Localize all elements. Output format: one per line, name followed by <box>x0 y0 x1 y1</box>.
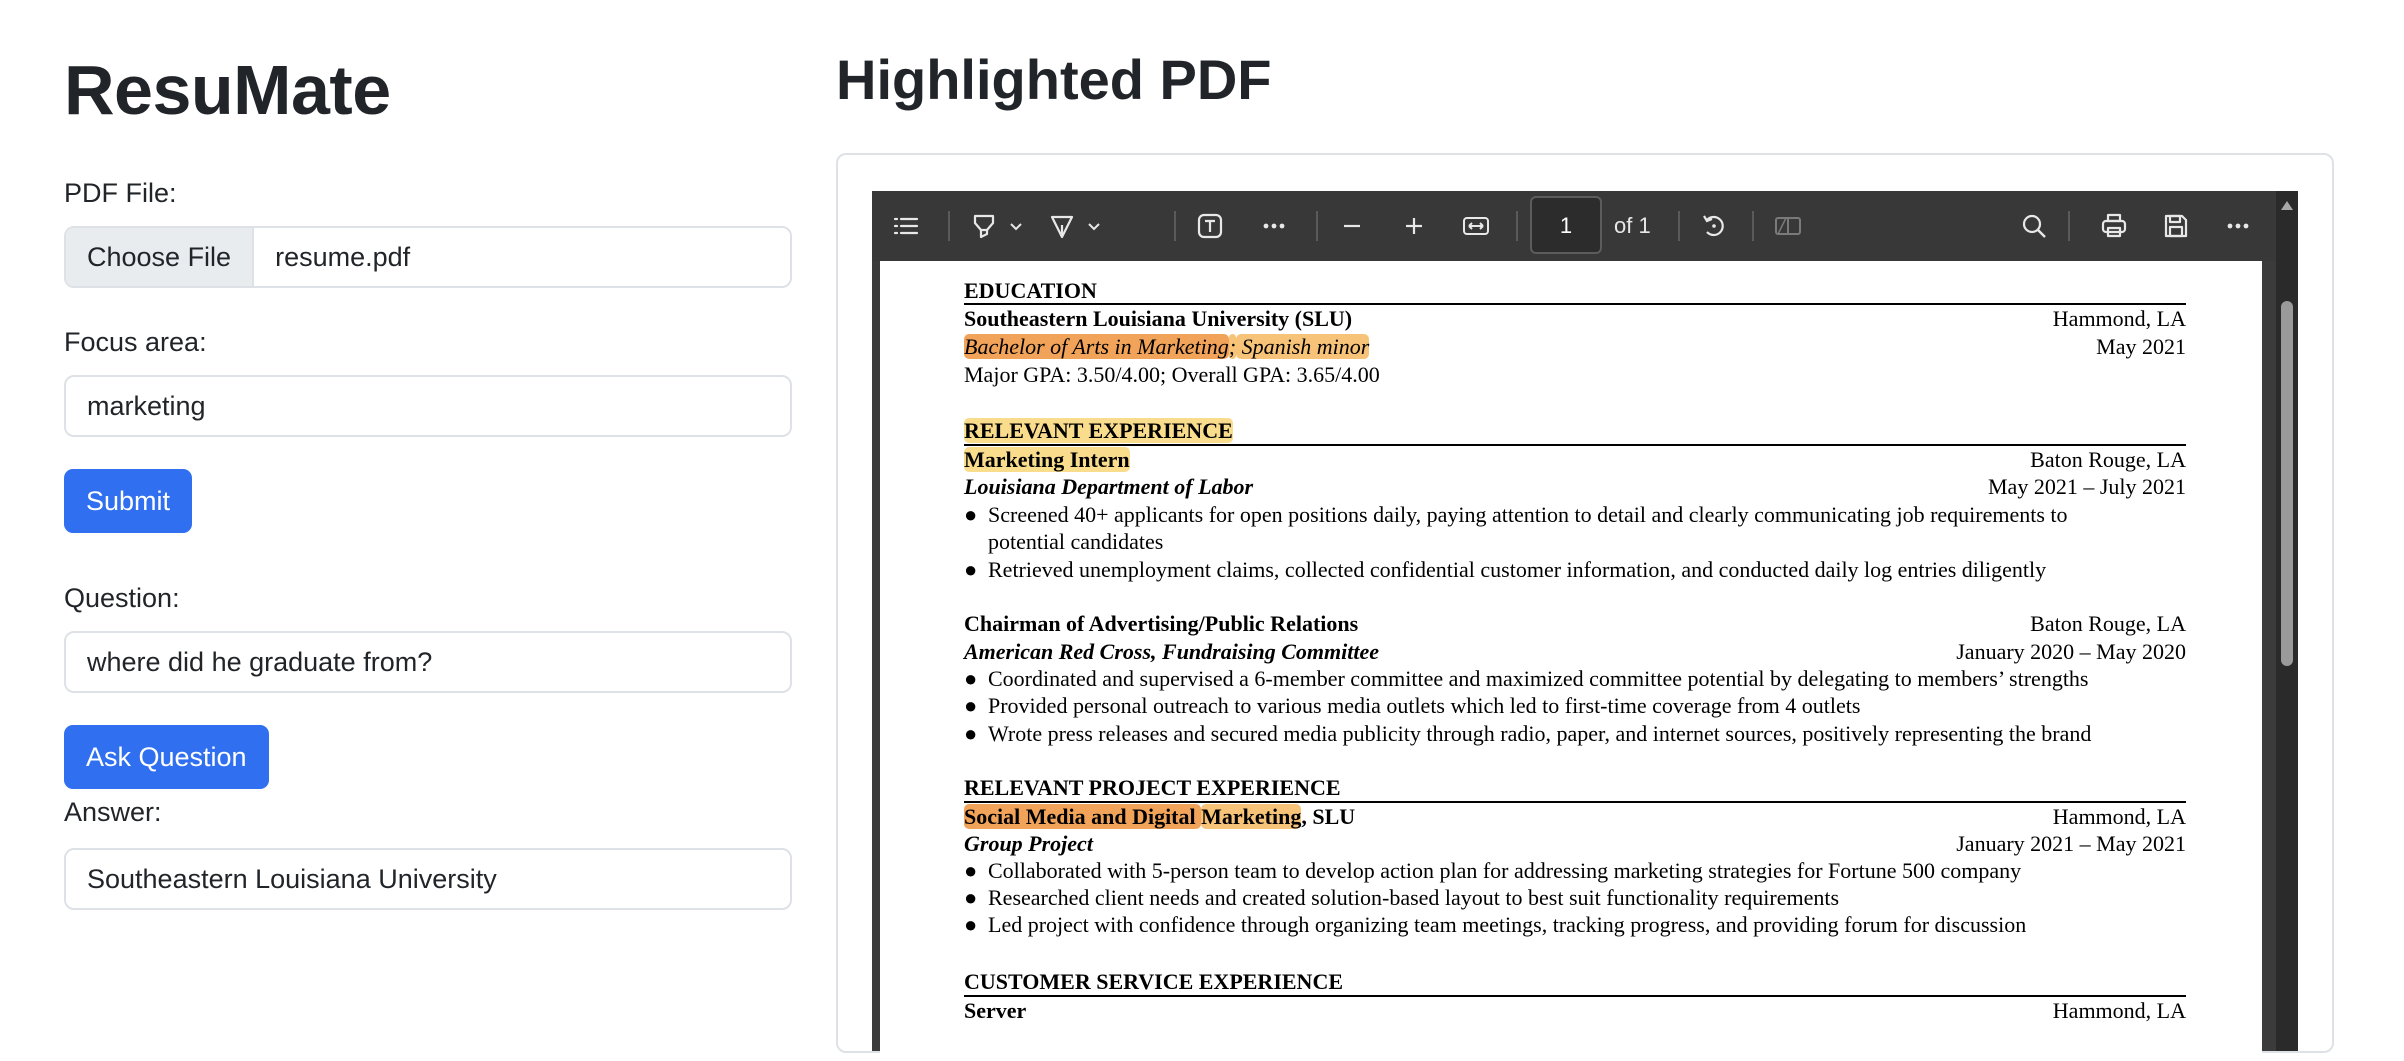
pdf-toolbar: 1 of 1 <box>872 191 2276 261</box>
pdf-file-input[interactable]: Choose File resume.pdf <box>64 226 792 288</box>
more-icon[interactable] <box>2216 191 2260 261</box>
bullet-item: ● Retrieved unemployment claims, collecte… <box>964 557 2047 582</box>
toolbar-divider <box>948 211 950 241</box>
resume-line: RELEVANT EXPERIENCE <box>964 417 2186 444</box>
section-heading-experience: RELEVANT EXPERIENCE <box>964 418 1233 443</box>
bullet-item: ● Screened 40+ applicants for open positi… <box>964 502 2068 527</box>
resume-line: Chairman of Advertising/Public Relations… <box>964 610 2186 637</box>
job-location: Baton Rouge, LA <box>2030 611 2186 636</box>
print-icon[interactable] <box>2092 191 2136 261</box>
project-date: January 2021 – May 2021 <box>1956 831 2186 856</box>
ask-question-button[interactable]: Ask Question <box>64 725 269 789</box>
zoom-out-icon[interactable] <box>1330 191 1374 261</box>
list-icon[interactable] <box>884 191 928 261</box>
bullet-item-continued: potential candidates <box>988 529 1164 554</box>
scroll-up-arrow-icon[interactable] <box>2281 201 2293 210</box>
job-title: Marketing Intern <box>964 447 1130 472</box>
answer-field: Southeastern Louisiana University <box>64 848 792 910</box>
job-title: Server <box>964 998 1027 1023</box>
focus-area-input[interactable]: marketing <box>64 375 792 437</box>
project-title-highlight: Social Media and Digital <box>964 804 1202 829</box>
scroll-thumb[interactable] <box>2281 301 2293 666</box>
degree-date: May 2021 <box>2096 334 2186 359</box>
bullet-item: ● Wrote press releases and secured media … <box>964 721 2092 746</box>
chevron-down-icon[interactable] <box>1004 191 1028 261</box>
focus-area-label: Focus area: <box>64 327 207 357</box>
section-heading-education: EDUCATION <box>964 278 1097 303</box>
text-icon[interactable] <box>1188 191 1232 261</box>
resume-line: Southeastern Louisiana University (SLU) … <box>964 305 2186 332</box>
bullet-item: ● Coordinated and supervised a 6-member c… <box>964 666 2089 691</box>
bullet-item: ● Led project with confidence through org… <box>964 912 2027 937</box>
job-location: Baton Rouge, LA <box>2030 447 2186 472</box>
resume-line: American Red Cross, Fundraising Committe… <box>964 638 2186 665</box>
answer-label: Answer: <box>64 797 162 827</box>
resume-line: Bachelor of Arts in Marketing; Spanish m… <box>964 333 2186 360</box>
highlighted-pdf-title: Highlighted PDF <box>836 48 1272 111</box>
submit-button[interactable]: Submit <box>64 469 193 533</box>
resume-line: Marketing Intern Baton Rouge, LA <box>964 446 2186 473</box>
school-location: Hammond, LA <box>2052 306 2186 331</box>
toolbar-divider <box>2068 211 2070 241</box>
degree-highlight: Bachelor of Arts in Marketing <box>964 334 1229 359</box>
page-count: of 1 <box>1614 213 1651 238</box>
job-location: Hammond, LA <box>2052 998 2186 1023</box>
zoom-in-icon[interactable] <box>1392 191 1436 261</box>
toolbar-divider <box>1516 211 1518 241</box>
job-organization: American Red Cross, Fundraising Committe… <box>964 639 1380 664</box>
project-org: , SLU <box>1301 804 1356 829</box>
project-type: Group Project <box>964 831 1093 856</box>
save-icon[interactable] <box>2154 191 2198 261</box>
toolbar-divider <box>1174 211 1176 241</box>
toolbar-divider <box>1752 211 1754 241</box>
project-location: Hammond, LA <box>2052 804 2186 829</box>
fit-width-icon[interactable] <box>1454 191 1498 261</box>
school-name: Southeastern Louisiana University (SLU) <box>964 306 1353 331</box>
resume-line: Louisiana Department of Labor May 2021 –… <box>964 473 2186 500</box>
job-date: January 2020 – May 2020 <box>1956 639 2186 664</box>
pdf-scrollbar[interactable] <box>2276 191 2298 1051</box>
highlighter-icon[interactable] <box>962 191 1006 261</box>
project-keyword-highlight: Marketing <box>1201 804 1302 829</box>
pdf-file-label: PDF File: <box>64 178 177 208</box>
toolbar-divider <box>1316 211 1318 241</box>
toolbar-divider <box>1678 211 1680 241</box>
resume-line: Server Hammond, LA <box>964 997 2186 1024</box>
pdf-viewer: 1 of 1 EDUCATION Southeastern Louisiana … <box>872 191 2298 1061</box>
choose-file-button[interactable]: Choose File <box>66 228 255 286</box>
bullet-item: ● Collaborated with 5-person team to deve… <box>964 858 2022 883</box>
job-organization: Louisiana Department of Labor <box>964 474 1254 499</box>
section-heading-projects: RELEVANT PROJECT EXPERIENCE <box>964 775 1341 800</box>
more-icon[interactable] <box>1252 191 1296 261</box>
minor-highlight: Spanish minor <box>1236 334 1370 359</box>
pdf-page: EDUCATION Southeastern Louisiana Univers… <box>880 261 2262 1061</box>
question-label: Question: <box>64 583 180 613</box>
resume-line: Social Media and Digital Marketing, SLU … <box>964 803 2186 830</box>
app-title: ResuMate <box>64 51 391 129</box>
search-icon[interactable] <box>2012 191 2056 261</box>
question-input[interactable]: where did he graduate from? <box>64 631 792 693</box>
chevron-down-icon[interactable] <box>1082 191 1106 261</box>
job-date: May 2021 – July 2021 <box>1988 474 2186 499</box>
file-name-text: resume.pdf <box>275 242 411 272</box>
rotate-icon[interactable] <box>1692 191 1736 261</box>
two-page-icon[interactable] <box>1766 191 1810 261</box>
gpa-line: Major GPA: 3.50/4.00; Overall GPA: 3.65/… <box>964 362 1380 387</box>
section-heading-customer-service: CUSTOMER SERVICE EXPERIENCE <box>964 969 1344 994</box>
page-number-input[interactable]: 1 <box>1530 196 1602 254</box>
bullet-item: ● Researched client needs and created sol… <box>964 885 1840 910</box>
resume-line: Group Project January 2021 – May 2021 <box>964 830 2186 857</box>
draw-icon[interactable] <box>1040 191 1084 261</box>
job-title: Chairman of Advertising/Public Relations <box>964 611 1359 636</box>
bullet-item: ● Provided personal outreach to various m… <box>964 693 1861 718</box>
